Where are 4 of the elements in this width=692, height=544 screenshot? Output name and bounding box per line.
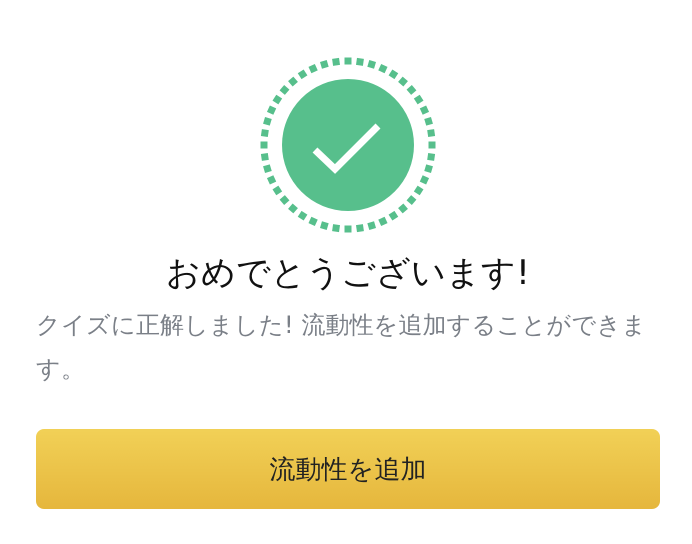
title: おめでとうございます!: [166, 252, 530, 295]
add-liquidity-button[interactable]: 流動性を追加: [36, 429, 660, 509]
success-check-icon: [258, 55, 438, 235]
message: クイズに正解しました! 流動性を追加することができます。: [36, 310, 648, 385]
